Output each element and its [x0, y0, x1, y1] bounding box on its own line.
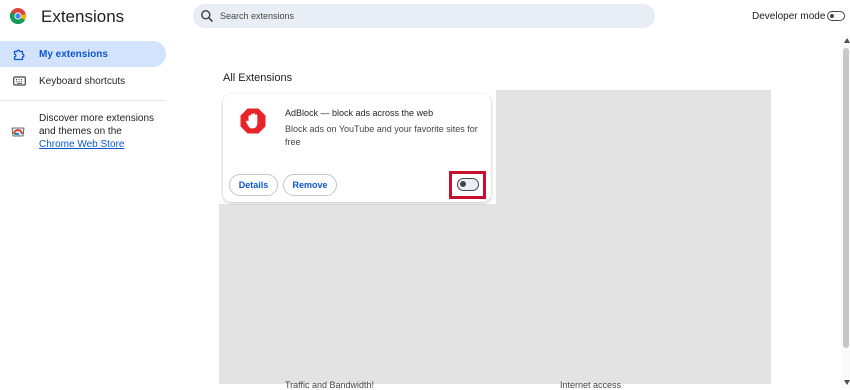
- toggle-knob: [830, 13, 834, 18]
- chrome-web-store-link[interactable]: Chrome Web Store: [39, 139, 124, 150]
- toggle-knob: [460, 181, 466, 187]
- puzzle-icon: [12, 47, 26, 61]
- sidebar-divider: [0, 100, 166, 101]
- adblock-hand-icon: [240, 108, 266, 134]
- peek-text: Internet access: [560, 380, 622, 390]
- extension-name: AdBlock — block ads across the web: [285, 108, 434, 118]
- web-store-icon: [11, 127, 25, 137]
- overlay-panel: [496, 90, 771, 204]
- scroll-down-arrow[interactable]: [844, 380, 850, 385]
- web-store-promo-text: Discover more extensions and themes on t…: [39, 113, 155, 137]
- peek-text: Traffic and Bandwidth!: [285, 380, 375, 390]
- remove-button[interactable]: Remove: [283, 174, 337, 196]
- keyboard-icon: [12, 74, 26, 88]
- web-store-promo: Discover more extensions and themes on t…: [39, 112, 159, 151]
- search-icon: [201, 10, 214, 23]
- extension-description: Block ads on YouTube and your favorite s…: [285, 124, 478, 147]
- details-button[interactable]: Details: [229, 174, 278, 196]
- sidebar-item-label: Keyboard shortcuts: [39, 75, 126, 87]
- section-title: All Extensions: [223, 72, 293, 84]
- scroll-up-arrow[interactable]: [844, 38, 850, 43]
- extension-enable-toggle[interactable]: [457, 178, 479, 191]
- scrollbar-thumb[interactable]: [843, 48, 849, 348]
- sidebar-item-my-extensions[interactable]: My extensions: [0, 41, 166, 67]
- chrome-logo-icon: [10, 8, 26, 24]
- page-title: Extensions: [41, 7, 125, 26]
- developer-mode-toggle[interactable]: [827, 11, 845, 21]
- sidebar-item-keyboard-shortcuts[interactable]: Keyboard shortcuts: [0, 68, 166, 94]
- extension-card: AdBlock — block ads across the web Block…: [223, 94, 491, 202]
- search-input[interactable]: [218, 10, 622, 22]
- overlay-panel: [219, 204, 771, 384]
- search-bar[interactable]: [193, 4, 655, 28]
- developer-mode-label: Developer mode: [752, 11, 826, 22]
- sidebar-item-label: My extensions: [39, 48, 108, 60]
